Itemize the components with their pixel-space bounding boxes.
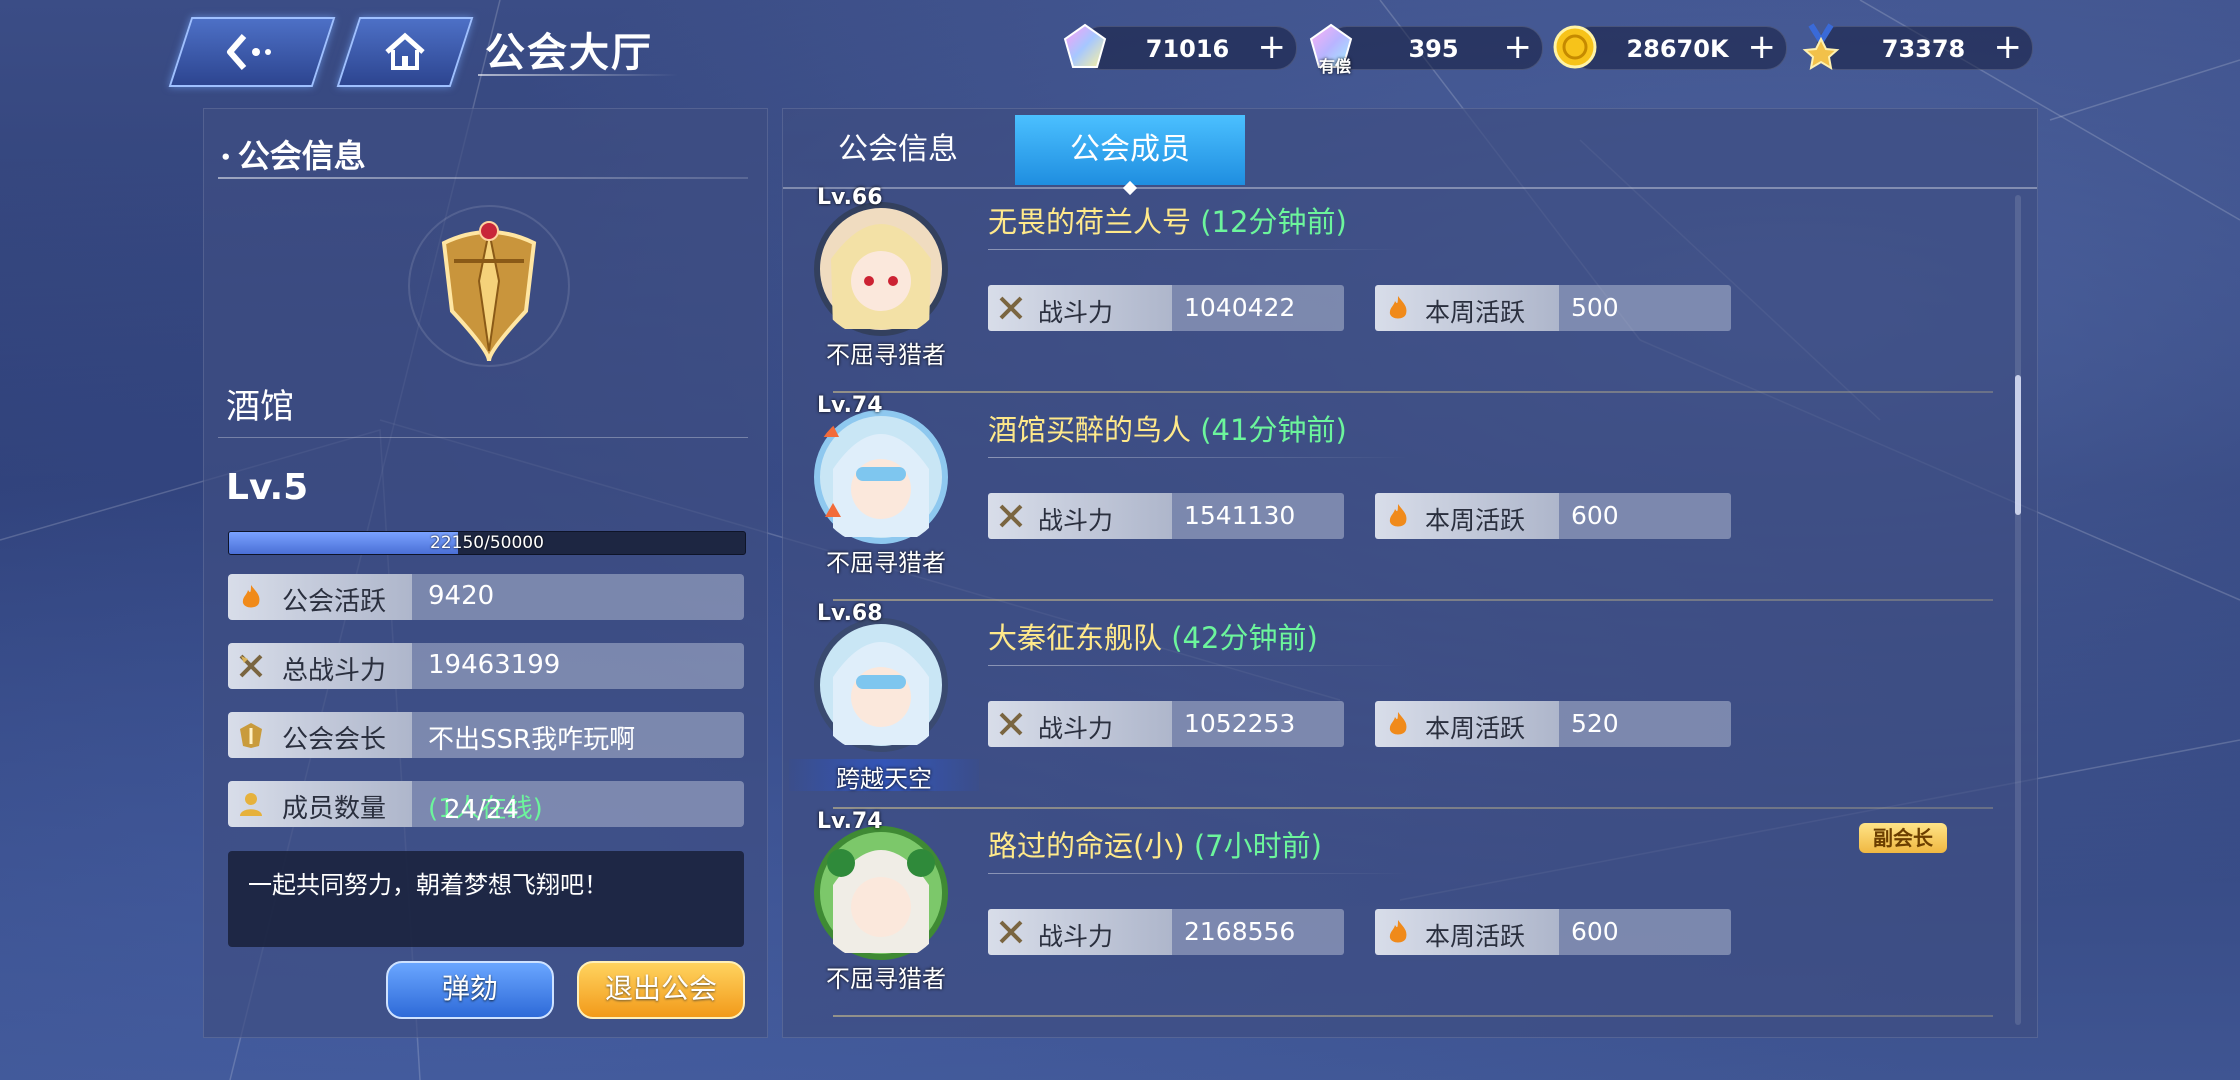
row-divider <box>833 391 1993 393</box>
member-row[interactable]: Lv.74 不屈寻猎者 酒馆买醉的鸟人 (41分钟前) 战斗力 1541130 … <box>793 393 1993 601</box>
medal-icon <box>1802 23 1840 70</box>
paid-gem-tag: 有偿 <box>1319 57 1352 76</box>
back-button[interactable] <box>168 17 336 87</box>
name-divider <box>218 437 748 438</box>
avatar <box>814 202 948 336</box>
guild-activity-row: 公会活跃 9420 <box>228 574 744 620</box>
tab-bar: 公会信息 公会成员 <box>783 115 2037 189</box>
member-level: Lv.74 <box>817 393 883 418</box>
member-title-badge: 不屈寻猎者 <box>826 965 946 993</box>
member-row[interactable]: Lv.68 跨越天空 大秦征东舰队 (42分钟前) 战斗力 1052253 本周… <box>789 601 1993 809</box>
add-paid-gem-button[interactable]: + <box>1504 29 1533 65</box>
add-crystal-button[interactable]: + <box>1258 29 1287 65</box>
guild-members-panel: 公会信息 公会成员 Lv.66 不屈寻猎者 无畏的荷兰人号 (12分钟前) 战斗… <box>782 108 2038 1038</box>
flame-icon <box>1389 296 1407 319</box>
crossed-swords-icon <box>999 712 1023 736</box>
member-name: 大秦征东舰队 (42分钟前) <box>988 621 1318 655</box>
name-underline <box>988 873 1408 874</box>
member-name: 路过的命运(小) (7小时前) <box>988 829 1322 863</box>
crossed-swords-icon <box>239 654 263 678</box>
total-power-row: 总战斗力 19463199 <box>228 643 744 689</box>
avatar <box>814 618 948 752</box>
medal-value: 73378 <box>1881 35 1966 63</box>
guild-info-panel: • 公会信息 酒馆 Lv.5 22150/50000 公会活跃 9420 总战斗… <box>203 108 768 1038</box>
back-arrow-icon <box>227 34 271 70</box>
member-count-row: 成员数量 24/24 (1人在线) <box>228 781 744 827</box>
crossed-swords-icon <box>999 504 1023 528</box>
scroll-thumb[interactable] <box>2015 375 2021 515</box>
paid-gem-value: 395 <box>1408 35 1459 63</box>
avatar <box>814 826 948 960</box>
name-underline <box>988 249 1408 250</box>
member-title-badge: 不屈寻猎者 <box>826 549 946 577</box>
gold-coin-icon <box>1553 25 1597 69</box>
member-row[interactable]: Lv.74 不屈寻猎者 路过的命运(小) (7小时前) 副会长 战斗力 2168… <box>793 809 1993 1017</box>
member-level: Lv.66 <box>817 185 883 210</box>
currency-medal: 73378 + <box>1802 23 2033 70</box>
member-icon <box>240 793 262 816</box>
member-level: Lv.68 <box>817 601 883 626</box>
guild-info-title: • 公会信息 <box>220 137 366 175</box>
crossed-swords-icon <box>999 296 1023 320</box>
title-divider <box>218 177 748 179</box>
flame-icon <box>1389 920 1407 943</box>
guild-leader-value: 不出SSR我咋玩啊 <box>428 725 636 755</box>
guild-activity-value: 9420 <box>428 581 495 611</box>
member-row[interactable]: Lv.66 不屈寻猎者 无畏的荷兰人号 (12分钟前) 战斗力 1040422 … <box>793 185 1993 393</box>
flame-icon <box>242 585 260 608</box>
impeach-button[interactable]: 弹劾 <box>386 961 554 1019</box>
currency-crystal: 71016 + <box>1063 23 1297 70</box>
guild-name: 酒馆 <box>226 387 294 427</box>
crystal-value: 71016 <box>1145 35 1230 63</box>
member-list-scrollbar[interactable] <box>2015 195 2021 1025</box>
quit-guild-button[interactable]: 退出公会 <box>577 961 745 1019</box>
guild-motto: 一起共同努力，朝着梦想飞翔吧！ <box>228 851 744 947</box>
tab-guild-info[interactable]: 公会信息 <box>783 115 1013 185</box>
guild-emblem-icon <box>408 205 570 367</box>
flame-icon <box>1389 504 1407 527</box>
guild-leader-row: 公会会长 不出SSR我咋玩啊 <box>228 712 744 758</box>
member-count-value: 24/24 (1人在线) <box>428 794 543 825</box>
flame-icon <box>1389 712 1407 735</box>
member-level: Lv.74 <box>817 809 883 834</box>
name-underline <box>988 665 1408 666</box>
total-power-value: 19463199 <box>428 650 561 680</box>
guild-exp-bar: 22150/50000 <box>228 531 746 555</box>
currency-paid-gem: 有偿 395 + <box>1309 23 1543 76</box>
home-icon <box>385 32 425 70</box>
title-underline <box>478 74 678 76</box>
row-divider <box>833 807 1993 809</box>
name-underline <box>988 457 1408 458</box>
exp-text: 22150/50000 <box>430 533 544 553</box>
tab-guild-members[interactable]: 公会成员 <box>1015 115 1245 185</box>
row-divider <box>833 1015 1993 1017</box>
crystal-gem-icon <box>1063 23 1107 68</box>
guild-level: Lv.5 <box>226 467 309 508</box>
leader-icon <box>240 723 262 748</box>
crossed-swords-icon <box>999 920 1023 944</box>
home-button[interactable] <box>336 17 474 87</box>
gold-value: 28670K <box>1626 35 1729 63</box>
member-name: 无畏的荷兰人号 (12分钟前) <box>988 205 1347 239</box>
add-medal-button[interactable]: + <box>1994 29 2023 65</box>
currency-gold: 28670K + <box>1553 25 1787 70</box>
member-name: 酒馆买醉的鸟人 (41分钟前) <box>988 413 1347 447</box>
row-divider <box>833 599 1993 601</box>
add-gold-button[interactable]: + <box>1748 29 1777 65</box>
member-title-badge: 跨越天空 <box>789 759 979 793</box>
avatar <box>814 410 948 544</box>
member-title-badge: 不屈寻猎者 <box>826 341 946 369</box>
vice-leader-badge: 副会长 <box>1859 823 1947 853</box>
page-title: 公会大厅 <box>485 30 653 76</box>
